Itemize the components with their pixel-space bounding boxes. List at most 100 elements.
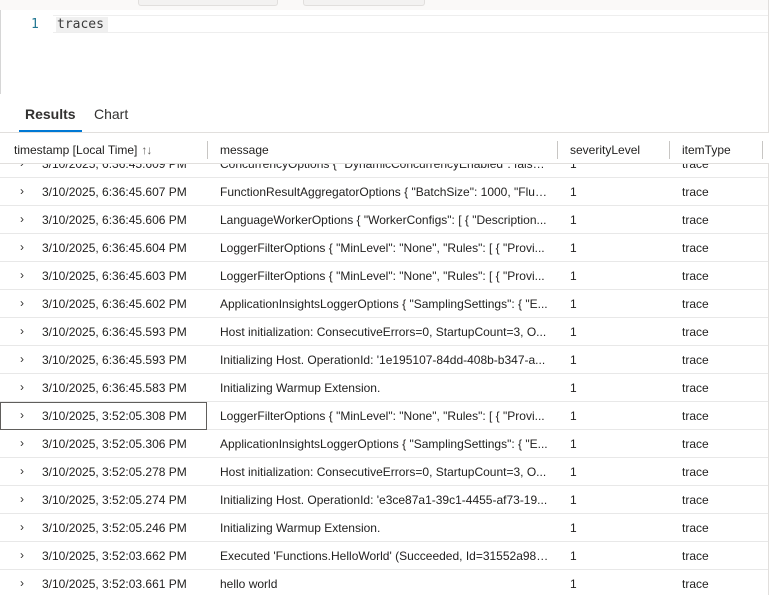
cell-severity-level: 1 bbox=[570, 549, 577, 563]
tab-chart[interactable]: Chart bbox=[94, 106, 128, 122]
cell-item-type: trace bbox=[682, 549, 709, 563]
toolbar-control[interactable] bbox=[303, 0, 425, 6]
cell-severity-level: 1 bbox=[570, 269, 577, 283]
table-row[interactable]: › 3/10/2025, 6:36:45.602 PM ApplicationIns… bbox=[0, 290, 769, 318]
chevron-right-icon[interactable]: › bbox=[17, 184, 27, 198]
table-row[interactable]: › 3/10/2025, 3:52:05.274 PM Initializing H… bbox=[0, 486, 769, 514]
column-header-message[interactable]: message bbox=[220, 143, 269, 157]
timestamp-cell[interactable]: › 3/10/2025, 3:52:05.274 PM bbox=[0, 486, 207, 514]
sort-arrows-icon[interactable]: ↑↓ bbox=[141, 143, 152, 157]
chevron-right-icon[interactable]: › bbox=[17, 548, 27, 562]
top-toolbar-strip bbox=[0, 0, 769, 10]
chevron-right-icon[interactable]: › bbox=[17, 576, 27, 590]
timestamp-cell[interactable]: › 3/10/2025, 3:52:05.246 PM bbox=[0, 514, 207, 542]
timestamp-cell[interactable]: › 3/10/2025, 3:52:05.306 PM bbox=[0, 430, 207, 458]
query-text[interactable]: traces bbox=[56, 17, 108, 32]
table-row[interactable]: › 3/10/2025, 3:52:03.661 PM hello world 1 tr… bbox=[0, 570, 769, 595]
cell-timestamp: 3/10/2025, 6:36:45.604 PM bbox=[42, 241, 187, 255]
column-header-item-type[interactable]: itemType bbox=[682, 143, 731, 157]
column-header-timestamp[interactable]: timestamp [Local Time] ↑↓ bbox=[14, 143, 152, 157]
cell-severity-level: 1 bbox=[570, 353, 577, 367]
cell-timestamp: 3/10/2025, 6:36:45.603 PM bbox=[42, 269, 187, 283]
table-row[interactable]: › 3/10/2025, 3:52:05.278 PM Host initializ… bbox=[0, 458, 769, 486]
chevron-right-icon[interactable]: › bbox=[17, 436, 27, 450]
table-row[interactable]: › 3/10/2025, 6:36:45.583 PM Initializing W… bbox=[0, 374, 769, 402]
cell-severity-level: 1 bbox=[570, 381, 577, 395]
table-row[interactable]: › 3/10/2025, 3:52:05.306 PM ApplicationIns… bbox=[0, 430, 769, 458]
chevron-right-icon[interactable]: › bbox=[17, 492, 27, 506]
tab-chart-label: Chart bbox=[94, 106, 129, 122]
column-header-severity-level[interactable]: severityLevel bbox=[570, 143, 640, 157]
table-row[interactable]: › 3/10/2025, 6:36:45.593 PM Initializing H… bbox=[0, 346, 769, 374]
chevron-right-icon[interactable]: › bbox=[17, 240, 27, 254]
cell-item-type: trace bbox=[682, 269, 709, 283]
cell-timestamp: 3/10/2025, 3:52:03.662 PM bbox=[42, 549, 187, 563]
cell-severity-level: 1 bbox=[570, 325, 577, 339]
chevron-right-icon[interactable]: › bbox=[17, 380, 27, 394]
toolbar-control[interactable] bbox=[138, 0, 278, 6]
results-tab-bar: Results Chart bbox=[0, 94, 769, 133]
timestamp-cell[interactable]: › 3/10/2025, 6:36:45.606 PM bbox=[0, 206, 207, 234]
table-row[interactable]: › 3/10/2025, 3:52:03.662 PM Executed 'Func… bbox=[0, 542, 769, 570]
timestamp-cell[interactable]: › 3/10/2025, 6:36:45.607 PM bbox=[0, 178, 207, 206]
tab-results-label: Results bbox=[25, 106, 76, 122]
timestamp-cell[interactable]: › 3/10/2025, 3:52:03.662 PM bbox=[0, 542, 207, 570]
column-resize-handle[interactable] bbox=[762, 141, 763, 159]
cell-timestamp: 3/10/2025, 3:52:05.246 PM bbox=[42, 521, 187, 535]
cell-timestamp: 3/10/2025, 3:52:03.661 PM bbox=[42, 577, 187, 591]
timestamp-cell[interactable]: › 3/10/2025, 6:36:45.593 PM bbox=[0, 346, 207, 374]
cell-message: Executed 'Functions.HelloWorld' (Succeed… bbox=[220, 549, 550, 563]
cell-timestamp: 3/10/2025, 6:36:45.583 PM bbox=[42, 381, 187, 395]
cell-message: LoggerFilterOptions { "MinLevel": "None"… bbox=[220, 269, 545, 283]
cell-message: ApplicationInsightsLoggerOptions { "Samp… bbox=[220, 297, 548, 311]
timestamp-cell[interactable]: › 3/10/2025, 3:52:03.661 PM bbox=[0, 570, 207, 595]
cell-severity-level: 1 bbox=[570, 521, 577, 535]
cell-timestamp: 3/10/2025, 6:36:45.607 PM bbox=[42, 185, 187, 199]
cell-item-type: trace bbox=[682, 381, 709, 395]
timestamp-cell[interactable]: › 3/10/2025, 6:36:45.583 PM bbox=[0, 374, 207, 402]
active-tab-indicator bbox=[19, 130, 82, 132]
chevron-right-icon[interactable]: › bbox=[17, 464, 27, 478]
table-row[interactable]: › 3/10/2025, 6:36:45.593 PM Host initializ… bbox=[0, 318, 769, 346]
cell-message: ApplicationInsightsLoggerOptions { "Samp… bbox=[220, 437, 548, 451]
column-header-timestamp-label: timestamp [Local Time] bbox=[14, 143, 138, 157]
cell-item-type: trace bbox=[682, 465, 709, 479]
table-row[interactable]: › 3/10/2025, 6:36:45.606 PM LanguageWorker… bbox=[0, 206, 769, 234]
column-header-severity-level-label: severityLevel bbox=[570, 143, 641, 157]
cell-severity-level: 1 bbox=[570, 185, 577, 199]
column-resize-handle[interactable] bbox=[207, 141, 208, 159]
cell-message: LanguageWorkerOptions { "WorkerConfigs":… bbox=[220, 213, 547, 227]
column-resize-handle[interactable] bbox=[669, 141, 670, 159]
timestamp-cell[interactable]: › 3/10/2025, 6:36:45.593 PM bbox=[0, 318, 207, 346]
table-row[interactable]: › 3/10/2025, 3:52:05.308 PM LoggerFilterOp… bbox=[0, 402, 769, 430]
tab-results[interactable]: Results bbox=[19, 106, 82, 132]
cell-message: Initializing Warmup Extension. bbox=[220, 381, 381, 395]
cell-message: LoggerFilterOptions { "MinLevel": "None"… bbox=[220, 241, 545, 255]
timestamp-cell[interactable]: › 3/10/2025, 6:36:45.603 PM bbox=[0, 262, 207, 290]
cell-item-type: trace bbox=[682, 409, 709, 423]
chevron-right-icon[interactable]: › bbox=[17, 352, 27, 366]
query-editor[interactable]: 1 traces bbox=[0, 10, 769, 94]
chevron-right-icon[interactable]: › bbox=[17, 268, 27, 282]
chevron-right-icon[interactable]: › bbox=[17, 296, 27, 310]
timestamp-cell[interactable]: › 3/10/2025, 6:36:45.602 PM bbox=[0, 290, 207, 318]
cell-severity-level: 1 bbox=[570, 577, 577, 591]
timestamp-cell[interactable]: › 3/10/2025, 3:52:05.278 PM bbox=[0, 458, 207, 486]
table-row[interactable]: › 3/10/2025, 3:52:05.246 PM Initializing W… bbox=[0, 514, 769, 542]
cell-severity-level: 1 bbox=[570, 297, 577, 311]
chevron-right-icon[interactable]: › bbox=[17, 520, 27, 534]
chevron-right-icon[interactable]: › bbox=[17, 212, 27, 226]
table-row[interactable]: › 3/10/2025, 6:36:45.607 PM FunctionResult… bbox=[0, 178, 769, 206]
chevron-right-icon[interactable]: › bbox=[17, 324, 27, 338]
table-row[interactable]: › 3/10/2025, 6:36:45.603 PM LoggerFilterOp… bbox=[0, 262, 769, 290]
table-row[interactable]: › 3/10/2025, 6:36:45.604 PM LoggerFilterOp… bbox=[0, 234, 769, 262]
timestamp-cell[interactable]: › 3/10/2025, 3:52:05.308 PM bbox=[0, 402, 207, 430]
editor-line[interactable]: 1 traces bbox=[1, 15, 769, 33]
cell-message: LoggerFilterOptions { "MinLevel": "None"… bbox=[220, 409, 545, 423]
cell-item-type: trace bbox=[682, 213, 709, 227]
chevron-right-icon[interactable]: › bbox=[17, 408, 27, 422]
column-resize-handle[interactable] bbox=[557, 141, 558, 159]
cell-message: hello world bbox=[220, 577, 278, 591]
cell-severity-level: 1 bbox=[570, 465, 577, 479]
timestamp-cell[interactable]: › 3/10/2025, 6:36:45.604 PM bbox=[0, 234, 207, 262]
